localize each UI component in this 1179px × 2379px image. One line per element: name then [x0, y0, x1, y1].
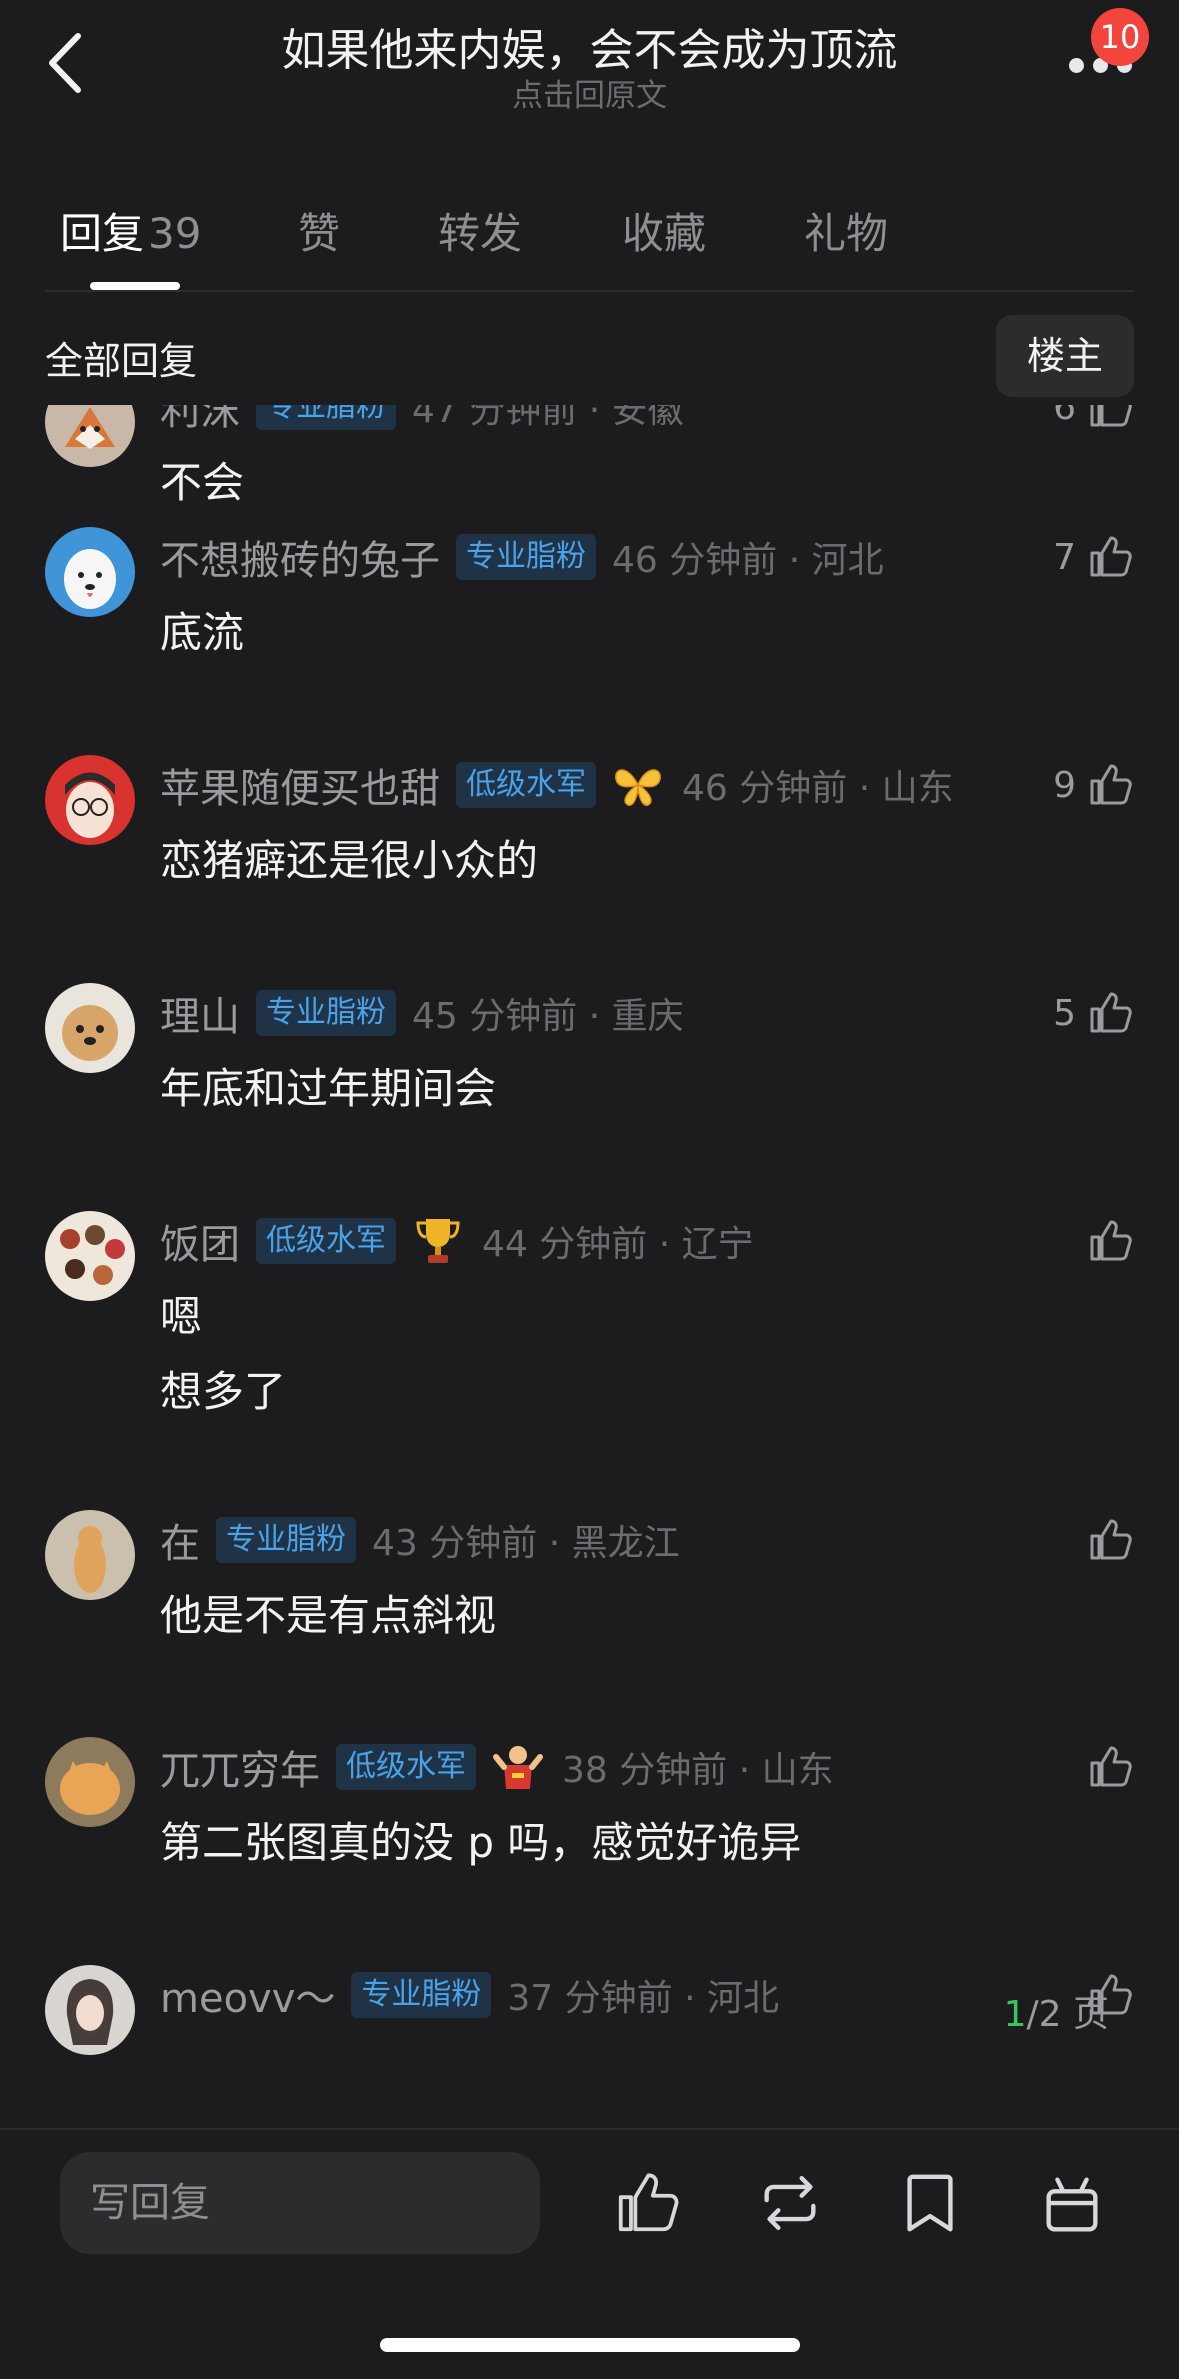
fan-level-badge: 专业脂粉: [216, 1517, 356, 1563]
divider: [45, 290, 1134, 292]
comment-text: 他是不是有点斜视: [160, 1591, 497, 1640]
page-title: 如果他来内娱，会不会成为顶流: [281, 25, 898, 76]
comment-text: 底流: [160, 608, 245, 657]
avatar[interactable]: [45, 983, 135, 1073]
fan-level-badge: 专业脂粉: [256, 990, 396, 1036]
favorite-button[interactable]: [895, 2168, 965, 2238]
thumbs-up-icon: [618, 2173, 679, 2232]
comment-list: 利沫 专业脂粉 47 分钟前 · 安徽 不会 6 不想搬砖的兔子 专业脂粉 46…: [0, 405, 1179, 2130]
comment-text: 第二张图真的没 p 吗，感觉好诡异: [160, 1818, 802, 1867]
thumbs-up-icon: [1090, 1519, 1132, 1560]
like-count: 6: [1053, 405, 1076, 428]
tab-replies[interactable]: 回复39: [60, 200, 201, 261]
total-pages: /2 页: [1026, 1994, 1109, 2035]
comment-time: 43 分钟前 · 黑龙江: [372, 1523, 680, 1564]
comment-text: 嗯 想多了: [160, 1292, 287, 1416]
like-count: 9: [1053, 764, 1076, 806]
comment-text: 年底和过年期间会: [160, 1064, 497, 1113]
username[interactable]: 苹果随便买也甜: [160, 756, 440, 814]
comment-time: 47 分钟前 · 安徽: [412, 405, 684, 431]
repost-button[interactable]: [755, 2168, 825, 2238]
trophy-medal-icon: [416, 1219, 460, 1263]
username[interactable]: meovv～: [160, 1966, 335, 2024]
comment-text: 不会: [160, 458, 245, 507]
repost-icon: [764, 2176, 816, 2230]
current-page: 1: [1003, 1994, 1027, 2035]
home-indicator[interactable]: [380, 2338, 800, 2352]
avatar[interactable]: [45, 755, 135, 845]
reply-input[interactable]: 写回复: [60, 2152, 540, 2254]
bookmark-icon: [907, 2174, 953, 2232]
avatar[interactable]: [45, 1737, 135, 1827]
thumbs-up-icon: [1090, 405, 1132, 427]
like-count: 7: [1053, 536, 1076, 578]
comment-time: 45 分钟前 · 重庆: [412, 996, 684, 1037]
butterfly-medal-icon: [615, 769, 661, 806]
avatar[interactable]: [45, 527, 135, 617]
page-indicator[interactable]: 1/2 页: [1004, 1985, 1109, 2045]
thumbs-up-icon: [1090, 536, 1132, 577]
like-button[interactable]: 6: [1053, 405, 1134, 437]
notification-badge: 10: [1091, 8, 1149, 66]
strongman-medal-icon: [493, 1746, 543, 1789]
comment-time: 44 分钟前 · 辽宁: [482, 1224, 754, 1265]
like-button[interactable]: 9: [1053, 755, 1134, 815]
gift-icon: [1046, 2177, 1098, 2232]
fan-level-badge: 专业脂粉: [351, 1972, 492, 2018]
back-to-original-link[interactable]: 点击回原文: [0, 70, 1179, 115]
username[interactable]: 兀兀穷年: [160, 1738, 320, 1796]
tab-bar: 回复39 赞 转发 收藏 礼物: [0, 190, 1179, 290]
comment-text: 恋猪癖还是很小众的: [160, 836, 539, 885]
tab-likes[interactable]: 赞: [298, 200, 340, 261]
tab-reposts[interactable]: 转发: [438, 200, 522, 261]
like-button[interactable]: [1076, 1737, 1134, 1797]
reply-count: 39: [148, 209, 202, 258]
owner-only-button[interactable]: 楼主: [996, 315, 1134, 397]
header: 如果他来内娱，会不会成为顶流 点击回原文 10: [0, 0, 1179, 150]
username[interactable]: 饭团: [160, 1212, 240, 1270]
all-replies-label: 全部回复: [45, 339, 198, 383]
username[interactable]: 在: [160, 1511, 200, 1569]
like-button[interactable]: 7: [1053, 527, 1134, 587]
thumbs-up-icon: [1090, 764, 1132, 805]
tab-favorites[interactable]: 收藏: [622, 200, 706, 261]
more-icon: [1069, 58, 1084, 73]
like-button[interactable]: [1076, 1211, 1134, 1271]
comment-time: 37 分钟前 · 河北: [507, 1978, 779, 2019]
like-button[interactable]: [1076, 1510, 1134, 1570]
comment-time: 38 分钟前 · 山东: [562, 1750, 834, 1791]
username[interactable]: 利沫: [160, 405, 240, 436]
like-button[interactable]: 5: [1053, 983, 1134, 1043]
avatar[interactable]: [45, 405, 135, 467]
avatar[interactable]: [45, 1965, 135, 2055]
like-post-button[interactable]: [612, 2168, 682, 2238]
avatar[interactable]: [45, 1510, 135, 1600]
comment-time: 46 分钟前 · 河北: [612, 540, 884, 581]
username[interactable]: 理山: [160, 984, 240, 1042]
thumbs-up-icon: [1090, 992, 1132, 1033]
username[interactable]: 不想搬砖的兔子: [160, 528, 440, 586]
divider: [0, 2128, 1179, 2130]
fan-level-badge: 专业脂粉: [256, 405, 396, 430]
gift-button[interactable]: [1037, 2168, 1107, 2238]
like-count: 5: [1053, 992, 1076, 1034]
thumbs-up-icon: [1090, 1746, 1132, 1787]
thumbs-up-icon: [1090, 1220, 1132, 1261]
fan-level-badge: 低级水军: [256, 1218, 396, 1264]
fan-level-badge: 专业脂粉: [456, 534, 596, 580]
tab-gifts[interactable]: 礼物: [804, 200, 888, 261]
avatar[interactable]: [45, 1211, 135, 1301]
active-tab-indicator: [90, 282, 180, 290]
comment-time: 46 分钟前 · 山东: [682, 768, 954, 809]
comments-page: 如果他来内娱，会不会成为顶流 点击回原文 10 回复39 赞 转发 收藏 礼物 …: [0, 0, 1179, 2379]
fan-level-badge: 低级水军: [336, 1744, 476, 1790]
fan-level-badge: 低级水军: [456, 762, 596, 808]
